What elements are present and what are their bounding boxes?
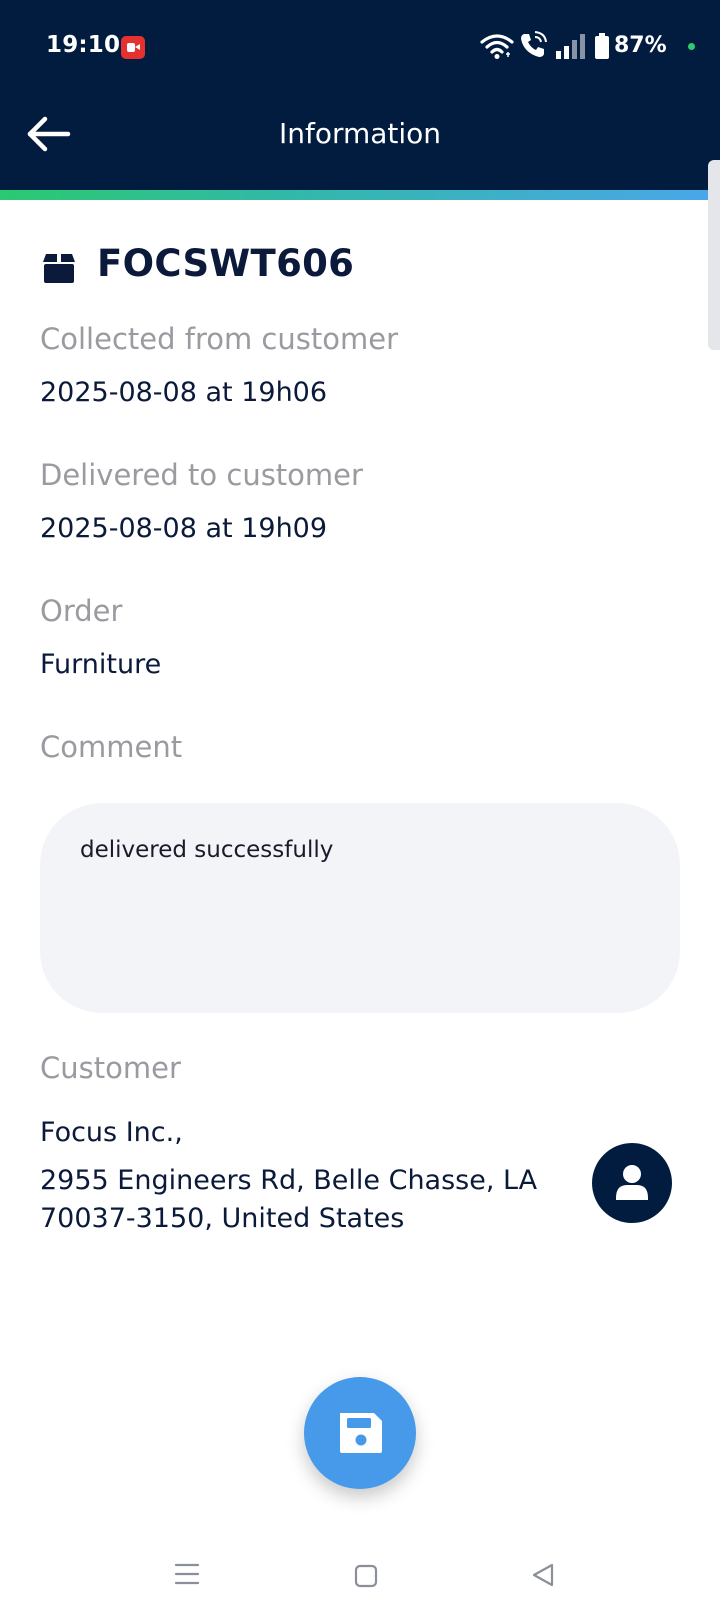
customer-label: Customer	[40, 1051, 181, 1085]
save-button[interactable]	[304, 1377, 416, 1489]
comment-label: Comment	[40, 730, 183, 764]
header-gradient-divider	[0, 190, 720, 200]
shipment-id: FOCSWT606	[97, 242, 355, 285]
app-bar: 19:10 87% Information	[0, 0, 720, 190]
battery-icon	[595, 33, 609, 59]
order-label: Order	[40, 594, 123, 628]
battery-percent: 87%	[614, 33, 667, 58]
home-icon[interactable]	[354, 1564, 378, 1588]
collected-label: Collected from customer	[40, 322, 398, 356]
customer-address: Focus Inc., 2955 Engineers Rd, Belle Cha…	[40, 1114, 580, 1238]
user-icon	[616, 1165, 648, 1200]
recents-icon[interactable]	[174, 1562, 200, 1586]
page-title: Information	[278, 117, 442, 150]
status-time: 19:10	[46, 32, 121, 58]
signal-icon	[556, 34, 585, 59]
screen-record-icon	[121, 36, 145, 59]
wifi-call-icon	[521, 31, 547, 57]
collected-value: 2025-08-08 at 19h06	[40, 377, 328, 408]
back-triangle-icon[interactable]	[530, 1562, 556, 1588]
wifi-icon	[480, 34, 514, 59]
comment-textarea[interactable]: delivered successfully	[40, 803, 680, 1013]
status-bar: 19:10 87%	[0, 0, 720, 95]
package-icon	[43, 254, 75, 283]
privacy-indicator-dot	[688, 43, 695, 50]
floppy-disk-icon	[340, 1413, 382, 1453]
customer-profile-button[interactable]	[592, 1143, 672, 1223]
system-nav-bar	[0, 1530, 720, 1608]
order-value: Furniture	[40, 649, 162, 680]
customer-address-line1: 2955 Engineers Rd, Belle Chasse, LA	[40, 1165, 538, 1196]
delivered-label: Delivered to customer	[40, 458, 363, 492]
comment-text: delivered successfully	[80, 837, 334, 863]
customer-name: Focus Inc.,	[40, 1117, 183, 1148]
delivered-value: 2025-08-08 at 19h09	[40, 513, 328, 544]
customer-address-line2: 70037-3150, United States	[40, 1203, 405, 1234]
scrollbar-thumb[interactable]	[708, 160, 720, 350]
